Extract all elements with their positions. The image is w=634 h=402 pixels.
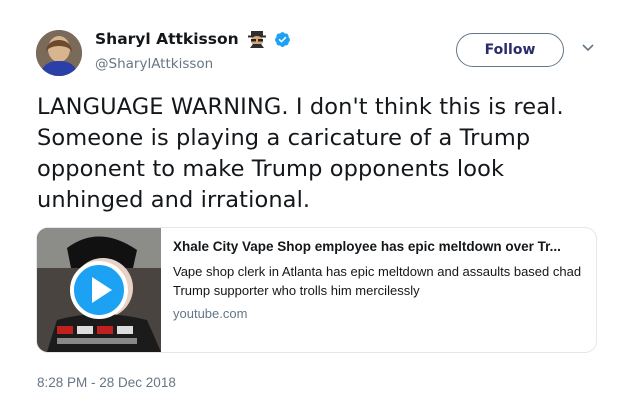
link-preview-card[interactable]: Xhale City Vape Shop employee has epic m…	[36, 227, 597, 353]
author-avatar[interactable]	[36, 30, 82, 76]
tweet-timestamp[interactable]: 8:28 PM - 28 Dec 2018	[37, 375, 176, 390]
card-description: Vape shop clerk in Atlanta has epic melt…	[173, 264, 582, 298]
card-title[interactable]: Xhale City Vape Shop employee has epic m…	[173, 239, 588, 254]
author-handle[interactable]: @SharylAttkisson	[95, 56, 213, 72]
play-icon[interactable]	[69, 260, 129, 320]
author-name-row[interactable]: Sharyl Attkisson	[95, 30, 291, 48]
author-name[interactable]: Sharyl Attkisson	[95, 30, 239, 48]
spy-emoji-icon	[247, 30, 267, 48]
card-domain: youtube.com	[173, 306, 248, 321]
follow-button[interactable]: Follow	[456, 33, 564, 67]
video-thumbnail[interactable]	[37, 228, 161, 352]
chevron-down-icon[interactable]	[581, 43, 595, 53]
avatar-image	[36, 30, 82, 76]
verified-badge-icon	[274, 31, 291, 48]
tweet-text: LANGUAGE WARNING. I don't think this is …	[37, 94, 564, 213]
